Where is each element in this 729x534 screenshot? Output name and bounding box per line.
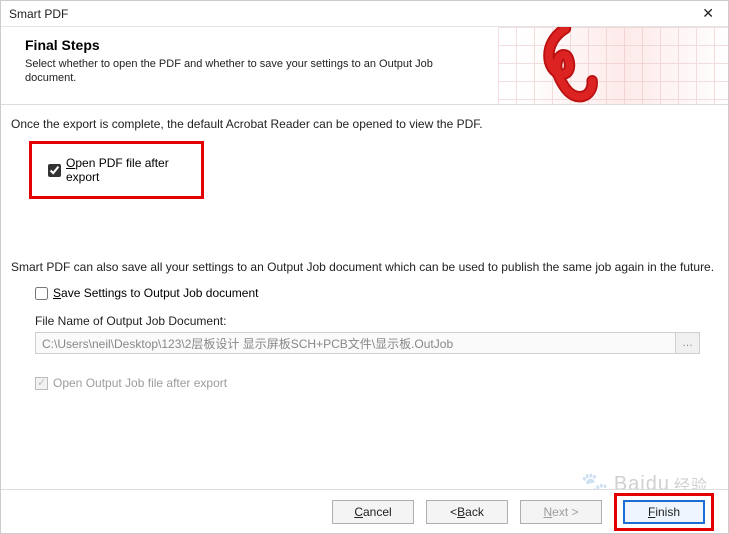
output-job-path-input — [35, 332, 676, 354]
export-note: Once the export is complete, the default… — [11, 117, 718, 131]
window-title: Smart PDF — [9, 7, 696, 21]
back-button[interactable]: < Back — [426, 500, 508, 524]
page-title: Final Steps — [25, 37, 485, 53]
cancel-button[interactable]: Cancel — [332, 500, 414, 524]
wizard-footer: Cancel < Back Next > Finish — [1, 489, 728, 533]
open-pdf-checkbox[interactable] — [48, 164, 61, 177]
save-note: Smart PDF can also save all your setting… — [11, 259, 718, 276]
save-settings-label[interactable]: Save Settings to Output Job document — [53, 286, 258, 300]
wizard-header: Final Steps Select whether to open the P… — [1, 27, 728, 105]
finish-button[interactable]: Finish — [623, 500, 705, 524]
titlebar: Smart PDF ✕ — [1, 1, 728, 27]
highlight-finish: Finish — [614, 493, 714, 531]
open-pdf-label[interactable]: Open PDF file after export — [66, 156, 185, 184]
browse-button: … — [676, 332, 700, 354]
open-output-checkbox-row: Open Output Job file after export — [35, 376, 700, 390]
save-settings-checkbox-row[interactable]: Save Settings to Output Job document — [35, 286, 700, 300]
close-icon[interactable]: ✕ — [696, 5, 720, 22]
file-name-label: File Name of Output Job Document: — [35, 314, 700, 328]
open-output-label: Open Output Job file after export — [53, 376, 227, 390]
wizard-body: Once the export is complete, the default… — [1, 105, 728, 390]
open-pdf-checkbox-row[interactable]: Open PDF file after export — [48, 156, 185, 184]
save-settings-checkbox[interactable] — [35, 287, 48, 300]
page-subtitle: Select whether to open the PDF and wheth… — [25, 57, 485, 86]
open-output-checkbox — [35, 377, 48, 390]
header-graphic — [498, 27, 728, 105]
highlight-open-pdf: Open PDF file after export — [29, 141, 204, 199]
next-button: Next > — [520, 500, 602, 524]
adobe-pdf-icon — [518, 27, 613, 105]
